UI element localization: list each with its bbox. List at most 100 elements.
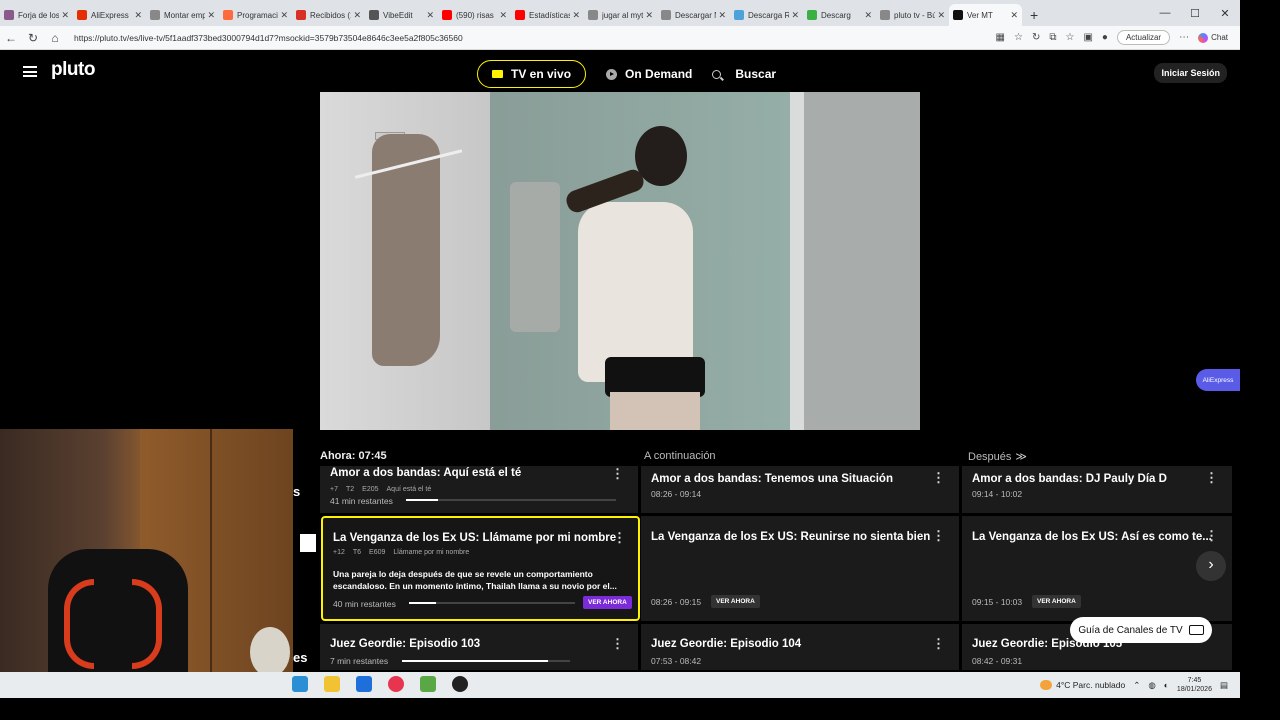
browser-tab[interactable]: (590) risas ✕ — [438, 4, 511, 26]
browser-tab[interactable]: jugar al myt ✕ — [584, 4, 657, 26]
program-cell-after[interactable]: La Venganza de los Ex US: Así es como te… — [962, 516, 1232, 621]
copilot-chat-button[interactable]: Chat — [1198, 32, 1228, 43]
browser-tab[interactable]: AliExpress ✕ — [73, 4, 146, 26]
new-tab-button[interactable]: + — [1030, 7, 1038, 23]
more-menu-icon[interactable]: ⋯ — [1179, 32, 1189, 43]
browser-tab[interactable]: Ver MT ✕ — [949, 4, 1022, 26]
browser-tab[interactable]: pluto tv - Bú ✕ — [876, 4, 949, 26]
remaining-time: 41 min restantes — [330, 496, 393, 506]
program-cell-now[interactable]: Amor a dos bandas: Aquí está el té ⋮ +7 … — [320, 466, 638, 513]
channel-logo-block — [300, 534, 316, 552]
url-field[interactable]: https://pluto.tv/es/live-tv/5f1aadf373be… — [74, 33, 996, 43]
channel-guide-button[interactable]: Guía de Canales de TV — [1070, 617, 1212, 643]
pluto-logo[interactable]: pluto — [51, 59, 95, 81]
watch-now-button[interactable]: VER AHORA — [583, 596, 632, 609]
weather-widget[interactable]: 4°C Parc. nublado — [1040, 680, 1125, 690]
more-options-icon[interactable]: ⋮ — [611, 466, 624, 482]
browser-tab[interactable]: Forja de los ✕ — [0, 4, 73, 26]
browser-tab[interactable]: Descargar N ✕ — [657, 4, 730, 26]
tab-close-icon[interactable]: ✕ — [353, 10, 361, 21]
browser-tab[interactable]: Estadísticas ✕ — [511, 4, 584, 26]
tab-title: VibeEdit — [383, 10, 413, 20]
update-button[interactable]: Actualizar — [1116, 30, 1171, 45]
clock[interactable]: 7:45 18/01/2026 — [1177, 676, 1212, 694]
more-options-icon[interactable]: ⋮ — [932, 470, 945, 486]
refresh-page-icon[interactable]: ↻ — [1032, 32, 1040, 43]
tab-close-icon[interactable]: ✕ — [791, 10, 799, 21]
collections-icon[interactable]: ▣ — [1083, 32, 1092, 43]
file-explorer-icon[interactable] — [324, 676, 340, 692]
tab-close-icon[interactable]: ✕ — [134, 10, 142, 21]
browser-tab[interactable]: Descarga Ri ✕ — [730, 4, 803, 26]
tab-close-icon[interactable]: ✕ — [207, 10, 215, 21]
watch-now-button[interactable]: VER AHORA — [711, 595, 760, 608]
tab-close-icon[interactable]: ✕ — [280, 10, 288, 21]
tab-close-icon[interactable]: ✕ — [1010, 10, 1018, 21]
tab-close-icon[interactable]: ✕ — [645, 10, 653, 21]
favorites-icon[interactable]: ☆ — [1066, 32, 1075, 43]
watch-now-button[interactable]: VER AHORA — [1032, 595, 1081, 608]
nav-tv-en-vivo[interactable]: TV en vivo — [477, 60, 587, 88]
favorite-star-icon[interactable]: ☆ — [1014, 32, 1023, 43]
more-options-icon[interactable]: ⋮ — [932, 528, 945, 544]
network-icon[interactable]: ◍ — [1148, 680, 1155, 691]
signin-button[interactable]: Iniciar Sesión — [1154, 63, 1227, 83]
chevron-right-icon[interactable]: › — [1196, 551, 1226, 581]
volume-icon[interactable]: ◐ — [1164, 680, 1169, 690]
tab-close-icon[interactable]: ✕ — [426, 10, 434, 21]
recorder-icon[interactable] — [452, 676, 468, 692]
after-header[interactable]: Después ≫ — [968, 450, 1027, 463]
maximize-button[interactable]: ☐ — [1180, 7, 1210, 20]
opera-icon[interactable] — [388, 676, 404, 692]
browser-tab[interactable]: Recibidos (1 ✕ — [292, 4, 365, 26]
program-cell-next[interactable]: La Venganza de los Ex US: Reunirse no si… — [641, 516, 959, 621]
tab-close-icon[interactable]: ✕ — [864, 10, 872, 21]
double-chevron-right-icon: ≫ — [1015, 451, 1027, 463]
outlook-icon[interactable] — [356, 676, 372, 692]
notifications-icon[interactable]: ▤ — [1220, 680, 1228, 691]
tab-title: AliExpress — [91, 10, 129, 20]
tab-close-icon[interactable]: ✕ — [937, 10, 945, 21]
tab-close-icon[interactable]: ✕ — [718, 10, 726, 21]
video-player[interactable] — [320, 92, 920, 430]
close-window-button[interactable]: ✕ — [1210, 7, 1240, 20]
nav-on-demand[interactable]: On Demand — [606, 60, 692, 88]
back-icon[interactable]: ← — [0, 31, 22, 45]
profile-avatar[interactable]: ● — [1102, 32, 1108, 43]
extensions-icon[interactable]: ⧉ — [1049, 32, 1056, 43]
program-title: Amor a dos bandas: Tenemos una Situación — [651, 473, 893, 485]
tab-close-icon[interactable]: ✕ — [499, 10, 507, 21]
bottom-border — [0, 698, 1280, 720]
program-cell-after[interactable]: Amor a dos bandas: DJ Pauly Día D ⋮ 09:1… — [962, 466, 1232, 513]
more-options-icon[interactable]: ⋮ — [611, 636, 624, 652]
more-options-icon[interactable]: ⋮ — [1205, 528, 1218, 544]
tab-favicon-icon — [442, 10, 452, 20]
remaining-time: 40 min restantes — [333, 599, 396, 609]
browser-tab[interactable]: Programaci ✕ — [219, 4, 292, 26]
more-options-icon[interactable]: ⋮ — [613, 530, 626, 546]
program-cell-now-selected[interactable]: La Venganza de los Ex US: Llámame por mi… — [321, 516, 640, 621]
tab-close-icon[interactable]: ✕ — [61, 10, 69, 21]
home-icon[interactable]: ⌂ — [44, 31, 66, 45]
tab-favicon-icon — [4, 10, 14, 20]
nav-search[interactable]: Buscar — [712, 60, 776, 88]
more-options-icon[interactable]: ⋮ — [932, 636, 945, 652]
stack-app-icon[interactable] — [420, 676, 436, 692]
tab-close-icon[interactable]: ✕ — [572, 10, 580, 21]
reload-icon[interactable]: ↻ — [22, 31, 44, 45]
menu-icon[interactable] — [23, 66, 37, 77]
address-bar-actions: ▦ ☆ ↻ ⧉ ☆ ▣ ● Actualizar ⋯ Chat — [996, 30, 1240, 45]
aliexpress-badge[interactable]: AliExpress — [1196, 369, 1240, 391]
minimize-button[interactable]: — — [1150, 7, 1180, 19]
split-view-icon[interactable]: ▦ — [996, 32, 1005, 43]
channel-logo-fragment: s — [293, 484, 301, 499]
program-cell-next[interactable]: Juez Geordie: Episodio 104 ⋮ 07:53 - 08:… — [641, 624, 959, 670]
program-cell-next[interactable]: Amor a dos bandas: Tenemos una Situación… — [641, 466, 959, 513]
chevron-up-icon[interactable]: ⌃ — [1133, 680, 1140, 691]
browser-tab[interactable]: Descarg ✕ — [803, 4, 876, 26]
more-options-icon[interactable]: ⋮ — [1205, 470, 1218, 486]
browser-tab[interactable]: Montar emp ✕ — [146, 4, 219, 26]
program-cell-now[interactable]: Juez Geordie: Episodio 103 ⋮ 7 min resta… — [320, 624, 638, 670]
browser-tab[interactable]: VibeEdit ✕ — [365, 4, 438, 26]
edge-icon[interactable] — [292, 676, 308, 692]
